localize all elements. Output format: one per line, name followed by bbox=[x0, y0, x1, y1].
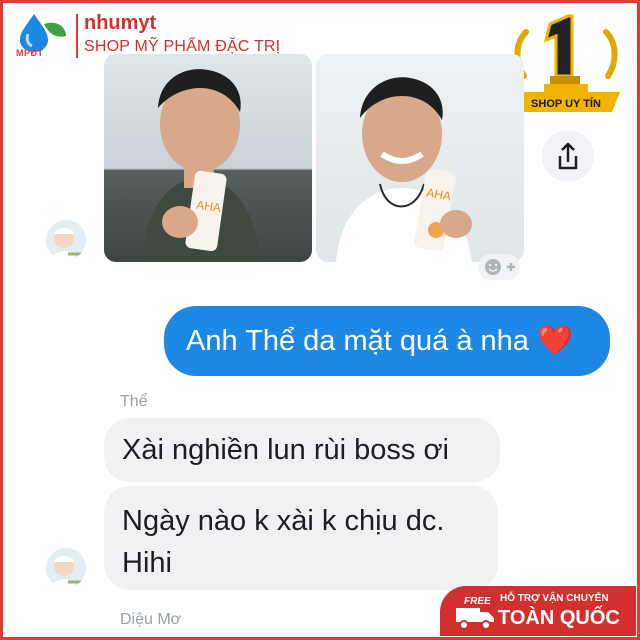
heart-emoji: ❤️ bbox=[536, 325, 574, 357]
trophy-icon: SHOP UY TÍN bbox=[512, 14, 620, 112]
incoming-message[interactable]: Ngày nào k xài k chịu dc. Hihi bbox=[104, 486, 498, 590]
shipping-support-text: HỖ TRỢ VẬN CHUYỂN bbox=[500, 593, 609, 604]
outgoing-message[interactable]: Anh Thể da mặt quá à nha ❤️ bbox=[164, 306, 610, 376]
incoming-message-line: Ngày nào k xài k chịu dc. bbox=[122, 505, 445, 537]
truck-icon bbox=[456, 608, 494, 630]
badge-label: SHOP UY TÍN bbox=[531, 97, 601, 110]
incoming-message[interactable]: Xài nghiền lun rùi boss ơi bbox=[104, 418, 500, 482]
shipping-nationwide-text: TOÀN QUỐC bbox=[498, 607, 620, 629]
add-reaction-icon bbox=[485, 259, 515, 275]
baby-avatar-icon bbox=[46, 220, 86, 260]
sender-name: Diệu Mơ bbox=[120, 611, 182, 628]
free-shipping-banner: FREE HỖ TRỢ VẬN CHUYỂN TOÀN QUỐC bbox=[440, 586, 636, 636]
outgoing-message-text: Anh Thể da mặt quá à nha bbox=[186, 325, 529, 357]
incoming-message-line: Hihi bbox=[122, 547, 172, 579]
incoming-message-text: Xài nghiền lun rùi boss ơi bbox=[122, 434, 449, 466]
avatar[interactable] bbox=[46, 220, 86, 260]
avatar[interactable] bbox=[46, 548, 86, 588]
chat-photo-2[interactable]: AHA bbox=[316, 54, 524, 262]
sender-name: Thể bbox=[120, 393, 148, 410]
baby-avatar-icon bbox=[46, 548, 86, 588]
brand-name: nhumyt bbox=[84, 12, 157, 34]
share-button[interactable] bbox=[542, 130, 594, 182]
add-reaction-button[interactable] bbox=[478, 254, 520, 280]
logo-text: MPĐT bbox=[16, 48, 44, 58]
brand-divider bbox=[76, 14, 78, 58]
selfie-illustration: AHA bbox=[336, 77, 472, 262]
share-icon bbox=[558, 142, 578, 170]
selfie-illustration: AHA bbox=[142, 69, 260, 262]
free-label: FREE bbox=[464, 596, 491, 607]
leaf-icon bbox=[44, 22, 66, 37]
chat-photo-1[interactable]: AHA bbox=[104, 54, 312, 262]
